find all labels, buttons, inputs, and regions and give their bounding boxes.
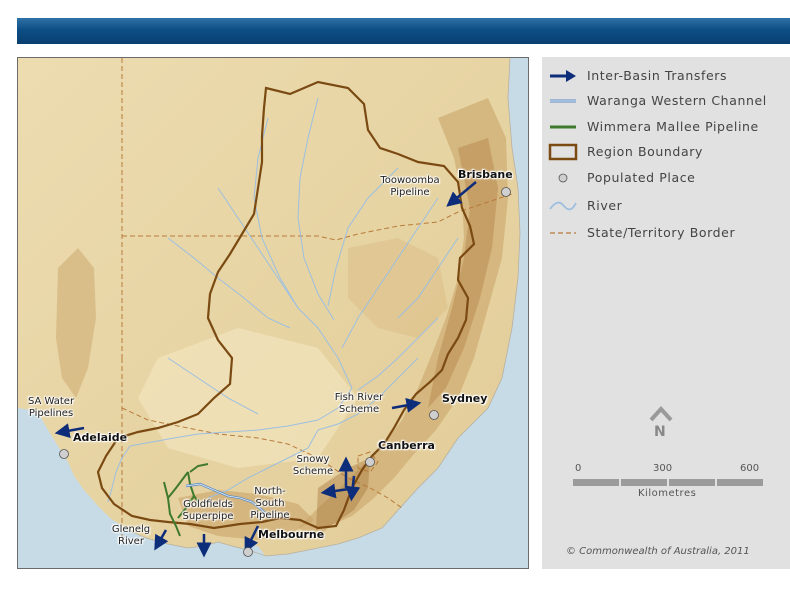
place-sydney — [429, 410, 439, 420]
label-glenelg: Glenelg River — [111, 524, 151, 547]
pipeline-line-icon — [550, 125, 576, 129]
scale-bar — [573, 479, 763, 486]
north-arrow-icon — [649, 406, 673, 422]
scale-tick-0: 0 — [575, 463, 582, 474]
sea — [18, 558, 528, 568]
place-canberra — [365, 457, 375, 467]
scale-tick-300: 300 — [653, 463, 673, 474]
border-line-icon — [550, 232, 576, 234]
legend-item-transfers: Inter-Basin Transfers — [542, 67, 790, 85]
place-melbourne — [243, 547, 253, 557]
label-goldfields: Goldfields Superpipe — [182, 499, 234, 522]
legend-panel: Inter-Basin Transfers Waranga Western Ch… — [542, 57, 790, 569]
region-boundary-icon — [548, 143, 578, 161]
place-brisbane — [501, 187, 511, 197]
legend-item-waranga: Waranga Western Channel — [542, 92, 790, 110]
place-dot-icon — [558, 173, 568, 183]
place-adelaide — [59, 449, 69, 459]
legend-label: River — [587, 198, 623, 213]
legend-item-region: Region Boundary — [542, 143, 790, 161]
label-melbourne: Melbourne — [258, 528, 325, 541]
copyright: © Commonwealth of Australia, 2011 — [566, 546, 750, 557]
legend-label: State/Territory Border — [587, 225, 736, 240]
label-snowy: Snowy Scheme — [292, 454, 334, 477]
label-canberra: Canberra — [378, 439, 435, 452]
label-sydney: Sydney — [442, 392, 488, 405]
label-adelaide: Adelaide — [73, 431, 128, 444]
scale-tick-600: 600 — [740, 463, 760, 474]
scale-units: Kilometres — [638, 488, 697, 499]
label-brisbane: Brisbane — [458, 168, 513, 181]
legend-label: Waranga Western Channel — [587, 93, 767, 108]
map-panel: Brisbane Sydney Canberra Adelaide Melbou… — [17, 57, 529, 569]
legend-item-river: River — [542, 197, 790, 215]
label-fish-river: Fish River Scheme — [334, 392, 384, 415]
legend-label: Region Boundary — [587, 144, 703, 159]
legend-item-place: Populated Place — [542, 169, 790, 187]
legend-label: Inter-Basin Transfers — [587, 68, 728, 83]
legend-item-border: State/Territory Border — [542, 224, 790, 242]
river-line-icon — [549, 201, 577, 211]
label-north-south: North-South Pipeline — [250, 486, 290, 521]
legend-label: Populated Place — [587, 170, 696, 185]
header-banner — [17, 18, 790, 44]
arrow-icon — [550, 70, 576, 82]
legend-label: Wimmera Mallee Pipeline — [587, 119, 759, 134]
channel-line-icon — [550, 99, 576, 103]
label-toowoomba: Toowoomba Pipeline — [380, 175, 440, 198]
north-letter: N — [654, 424, 666, 440]
label-sa-water: SA Water Pipelines — [27, 396, 75, 419]
legend-item-wimmera: Wimmera Mallee Pipeline — [542, 118, 790, 136]
